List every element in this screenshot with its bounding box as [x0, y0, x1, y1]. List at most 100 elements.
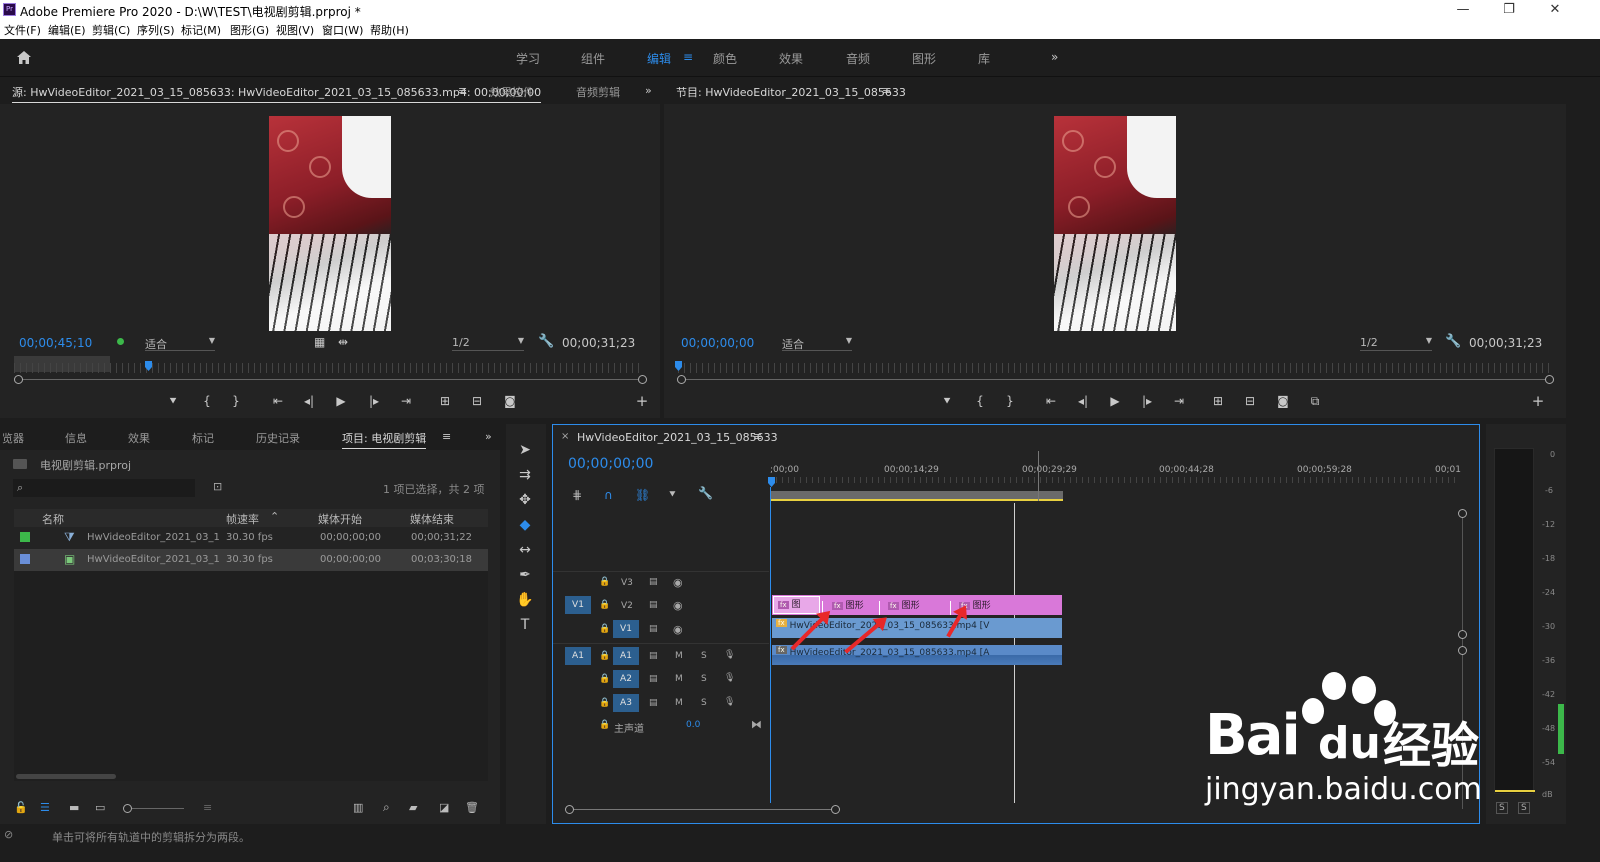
lock-icon[interactable]: 🔒: [599, 624, 610, 634]
menu-file[interactable]: 文件(F): [4, 22, 41, 38]
restore-button[interactable]: ❐: [1486, 0, 1532, 20]
minimize-button[interactable]: —: [1440, 0, 1486, 20]
timeline-menu-icon[interactable]: ≡: [753, 430, 762, 443]
timeline-ruler[interactable]: [770, 477, 1458, 483]
lock-icon[interactable]: 🔒: [599, 651, 610, 661]
mark-out-button[interactable]: }: [227, 394, 245, 408]
workspace-libraries[interactable]: 库: [978, 50, 990, 67]
project-item-row-selected[interactable]: ▣ HwVideoEditor_2021_03_1 30.30 fps 00;0…: [14, 549, 488, 571]
graphics-clip[interactable]: fx图形: [828, 598, 864, 611]
tab-effect-controls[interactable]: 效果控件: [490, 84, 534, 100]
source-patch-v1[interactable]: V1: [565, 596, 591, 614]
timeline-settings-wrench-icon[interactable]: 🔧: [698, 486, 713, 500]
list-view-icon[interactable]: ☰: [40, 801, 50, 814]
workspace-editing[interactable]: 编辑: [647, 50, 671, 67]
play-button[interactable]: ▶: [1106, 394, 1124, 408]
step-forward-button[interactable]: |▸: [1138, 394, 1156, 408]
wrench-settings-icon[interactable]: 🔧: [538, 334, 554, 349]
menu-sequence[interactable]: 序列(S): [137, 22, 175, 38]
hscroll-handle-left[interactable]: [565, 805, 574, 814]
find-icon[interactable]: ⌕: [383, 800, 390, 815]
camera-icon[interactable]: ◙: [501, 394, 519, 408]
go-to-end-icon[interactable]: ⧓: [751, 718, 762, 731]
label-color-swatch[interactable]: [20, 554, 30, 564]
tab-markers[interactable]: 标记: [192, 430, 214, 446]
source-zoom-handle-right[interactable]: [638, 375, 647, 384]
sync-lock-icon[interactable]: ▤: [649, 600, 658, 610]
solo-button[interactable]: S: [701, 651, 707, 661]
source-resolution-dropdown[interactable]: 1/2 ▼: [452, 336, 524, 351]
project-panel-menu-icon[interactable]: ≡: [442, 430, 451, 443]
home-icon[interactable]: [16, 50, 32, 65]
audio-clip[interactable]: fx HwVideoEditor_2021_03_15_085633.mp4 [A: [772, 645, 1062, 665]
project-horizontal-scrollbar[interactable]: [16, 774, 116, 779]
workspace-graphics[interactable]: 图形: [912, 50, 936, 67]
go-to-out-button[interactable]: ⇥: [397, 394, 415, 408]
menu-window[interactable]: 窗口(W): [322, 22, 363, 38]
lock-icon[interactable]: 🔒: [599, 600, 610, 610]
track-select-tool-icon[interactable]: ⇉: [516, 467, 534, 483]
sync-lock-icon[interactable]: ▤: [649, 698, 658, 708]
mark-in-button[interactable]: {: [198, 394, 216, 408]
linked-selection-icon[interactable]: ⛓: [635, 488, 650, 502]
close-button[interactable]: ✕: [1532, 0, 1578, 20]
program-current-timecode[interactable]: 00;00;00;00: [681, 336, 754, 350]
sort-icon[interactable]: ≡: [203, 801, 212, 814]
menu-help[interactable]: 帮助(H): [370, 22, 409, 38]
solo-button[interactable]: S: [701, 674, 707, 684]
eye-icon[interactable]: ◉: [673, 599, 683, 612]
step-forward-button[interactable]: |▸: [365, 394, 383, 408]
mute-button[interactable]: M: [675, 674, 683, 684]
master-volume-value[interactable]: 0.0: [686, 720, 700, 730]
mute-button[interactable]: M: [675, 698, 683, 708]
column-media-end[interactable]: 媒体结束: [410, 511, 454, 527]
tab-project[interactable]: 项目: 电视剧剪辑: [342, 430, 427, 449]
new-bin-icon[interactable]: ▰: [409, 801, 417, 814]
hand-tool-icon[interactable]: ✋: [516, 592, 534, 608]
program-resolution-dropdown[interactable]: 1/2 ▼: [1360, 336, 1432, 351]
overwrite-button[interactable]: ⊟: [468, 394, 486, 408]
solo-left-button[interactable]: S: [1496, 802, 1508, 814]
source-current-timecode[interactable]: 00;00;45;10: [19, 336, 92, 350]
workspace-menu-icon[interactable]: ≡: [683, 50, 693, 64]
workspace-effects[interactable]: 效果: [779, 50, 803, 67]
sequence-tab[interactable]: HwVideoEditor_2021_03_15_085633: [577, 431, 778, 444]
sync-lock-icon[interactable]: ▤: [649, 651, 658, 661]
new-search-bin-icon[interactable]: ⊡: [213, 480, 222, 493]
vscroll-handle-top[interactable]: [1458, 509, 1467, 518]
track-target-a3[interactable]: A3: [613, 694, 639, 712]
zoom-slider-track[interactable]: [132, 808, 184, 809]
ripple-edit-tool-icon[interactable]: ✥: [516, 492, 534, 508]
step-back-button[interactable]: ◂|: [1074, 394, 1092, 408]
solo-button[interactable]: S: [701, 698, 707, 708]
add-button-icon[interactable]: +: [633, 392, 651, 410]
lift-button[interactable]: ⊞: [1209, 394, 1227, 408]
clip-edit-point[interactable]: [950, 601, 951, 615]
freeform-view-icon[interactable]: ▭: [95, 801, 105, 814]
wrench-settings-icon[interactable]: 🔧: [1445, 334, 1461, 349]
eye-icon[interactable]: ◉: [673, 623, 683, 636]
graphics-clip[interactable]: fx图形: [884, 598, 920, 611]
go-to-out-button[interactable]: ⇥: [1170, 394, 1188, 408]
workspace-assembly[interactable]: 组件: [581, 50, 605, 67]
compare-view-button[interactable]: ⧉: [1306, 394, 1324, 409]
step-back-button[interactable]: ◂|: [300, 394, 318, 408]
insert-nest-icon[interactable]: ⋕: [572, 488, 582, 502]
hscroll-handle-right[interactable]: [831, 805, 840, 814]
timeline-playhead[interactable]: [768, 477, 775, 487]
tab-program[interactable]: 节目: HwVideoEditor_2021_03_15_085633: [676, 84, 906, 102]
tab-info[interactable]: 信息: [65, 430, 87, 446]
eye-icon[interactable]: ◉: [673, 576, 683, 589]
source-time-ruler[interactable]: [14, 363, 644, 373]
add-marker-button[interactable]: ⯆: [938, 394, 956, 409]
add-marker-icon[interactable]: ⯆: [668, 488, 677, 502]
workspace-color[interactable]: 颜色: [713, 50, 737, 67]
microphone-icon[interactable]: 🎙: [724, 697, 735, 707]
graphics-clip[interactable]: fx 图: [773, 596, 820, 614]
column-frame-rate[interactable]: 帧速率: [226, 511, 259, 527]
slip-tool-icon[interactable]: ↔: [516, 542, 534, 558]
lock-icon[interactable]: 🔒: [599, 720, 610, 730]
menu-view[interactable]: 视图(V): [276, 22, 314, 38]
sync-lock-icon[interactable]: ▤: [649, 577, 658, 587]
go-to-in-button[interactable]: ⇤: [1042, 394, 1060, 408]
